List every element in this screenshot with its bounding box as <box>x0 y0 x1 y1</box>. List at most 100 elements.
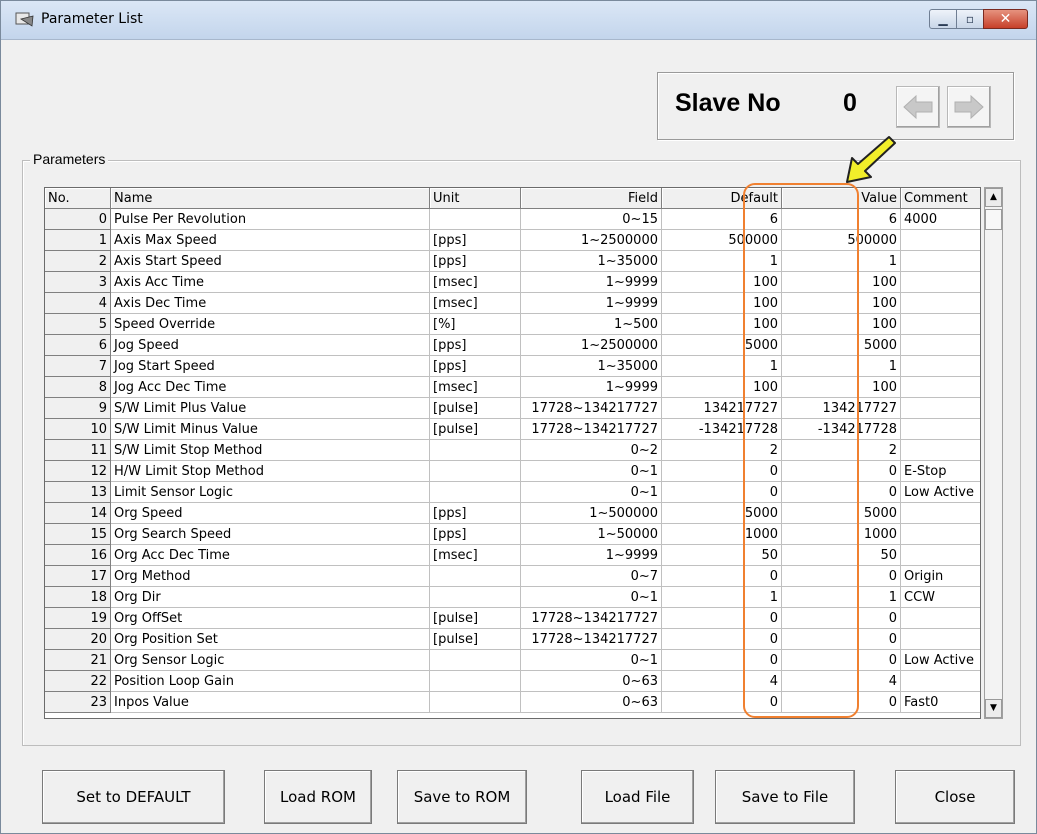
table-row[interactable]: 20 Org Position Set [pulse] 17728~134217727… <box>45 629 980 650</box>
close-window-button[interactable]: ✕ <box>983 9 1028 29</box>
left-arrow-icon <box>903 94 933 120</box>
table-row[interactable]: 5 Speed Override [%] 1~500 100 100 <box>45 314 980 335</box>
cell-unit <box>430 482 521 503</box>
maximize-icon: ▫ <box>965 12 975 26</box>
column-header-field[interactable]: Field <box>521 188 662 209</box>
table-row[interactable]: 9 S/W Limit Plus Value [pulse] 17728~134217… <box>45 398 980 419</box>
set-default-button[interactable]: Set to DEFAULT <box>42 770 225 824</box>
table-row[interactable]: 2 Axis Start Speed [pps] 1~35000 1 1 <box>45 251 980 272</box>
table-row[interactable]: 3 Axis Acc Time [msec] 1~9999 100 100 <box>45 272 980 293</box>
column-header-no[interactable]: No. <box>45 188 111 209</box>
load-file-button[interactable]: Load File <box>581 770 694 824</box>
cell-unit: [pps] <box>430 356 521 377</box>
cell-field: 0~63 <box>521 692 662 713</box>
column-header-name[interactable]: Name <box>111 188 430 209</box>
save-file-button[interactable]: Save to File <box>715 770 855 824</box>
cell-field: 0~2 <box>521 440 662 461</box>
table-row[interactable]: 19 Org OffSet [pulse] 17728~134217727 0 0 <box>45 608 980 629</box>
table-row[interactable]: 21 Org Sensor Logic 0~1 0 0 Low Active <box>45 650 980 671</box>
column-header-unit[interactable]: Unit <box>430 188 521 209</box>
scroll-down-icon[interactable]: ▼ <box>985 699 1002 718</box>
table-row[interactable]: 22 Position Loop Gain 0~63 4 4 <box>45 671 980 692</box>
table-row[interactable]: 18 Org Dir 0~1 1 1 CCW <box>45 587 980 608</box>
cell-value[interactable]: 1 <box>782 251 901 272</box>
cell-default: 5000 <box>662 335 782 356</box>
cell-name: Axis Start Speed <box>111 251 430 272</box>
cell-field: 1~35000 <box>521 251 662 272</box>
table-row[interactable]: 23 Inpos Value 0~63 0 0 Fast0 <box>45 692 980 713</box>
cell-value[interactable]: 100 <box>782 314 901 335</box>
table-row[interactable]: 11 S/W Limit Stop Method 0~2 2 2 <box>45 440 980 461</box>
scroll-up-icon[interactable]: ▲ <box>985 188 1002 207</box>
table-row[interactable]: 16 Org Acc Dec Time [msec] 1~9999 50 50 <box>45 545 980 566</box>
table-row[interactable]: 17 Org Method 0~7 0 0 Origin <box>45 566 980 587</box>
cell-field: 17728~134217727 <box>521 608 662 629</box>
close-button[interactable]: Close <box>895 770 1015 824</box>
cell-name: Position Loop Gain <box>111 671 430 692</box>
cell-name: Limit Sensor Logic <box>111 482 430 503</box>
table-row[interactable]: 12 H/W Limit Stop Method 0~1 0 0 E-Stop <box>45 461 980 482</box>
table-row[interactable]: 8 Jog Acc Dec Time [msec] 1~9999 100 100 <box>45 377 980 398</box>
cell-field: 17728~134217727 <box>521 398 662 419</box>
cell-value[interactable]: 1000 <box>782 524 901 545</box>
table-row[interactable]: 14 Org Speed [pps] 1~500000 5000 5000 <box>45 503 980 524</box>
save-rom-button[interactable]: Save to ROM <box>397 770 527 824</box>
minimize-button[interactable]: ▁ <box>929 9 957 29</box>
cell-value[interactable]: 1 <box>782 356 901 377</box>
cell-value[interactable]: 0 <box>782 650 901 671</box>
cell-unit: [msec] <box>430 272 521 293</box>
column-header-default[interactable]: Default <box>662 188 782 209</box>
cell-no: 19 <box>45 608 111 629</box>
cell-value[interactable]: 6 <box>782 209 901 230</box>
cell-value[interactable]: 5000 <box>782 335 901 356</box>
cell-field: 0~1 <box>521 482 662 503</box>
cell-no: 21 <box>45 650 111 671</box>
cell-name: Org Dir <box>111 587 430 608</box>
scroll-thumb[interactable] <box>985 209 1002 230</box>
cell-value[interactable]: 0 <box>782 608 901 629</box>
cell-value[interactable]: 100 <box>782 293 901 314</box>
cell-value[interactable]: 4 <box>782 671 901 692</box>
cell-value[interactable]: 100 <box>782 272 901 293</box>
table-row[interactable]: 6 Jog Speed [pps] 1~2500000 5000 5000 <box>45 335 980 356</box>
cell-comment <box>901 608 980 629</box>
cell-no: 6 <box>45 335 111 356</box>
cell-value[interactable]: 50 <box>782 545 901 566</box>
load-rom-button[interactable]: Load ROM <box>264 770 372 824</box>
table-row[interactable]: 13 Limit Sensor Logic 0~1 0 0 Low Active <box>45 482 980 503</box>
table-row[interactable]: 7 Jog Start Speed [pps] 1~35000 1 1 <box>45 356 980 377</box>
column-header-comment[interactable]: Comment <box>901 188 980 209</box>
table-row[interactable]: 10 S/W Limit Minus Value [pulse] 17728~1342… <box>45 419 980 440</box>
column-header-value[interactable]: Value <box>782 188 901 209</box>
table-row[interactable]: 15 Org Search Speed [pps] 1~50000 1000 1000 <box>45 524 980 545</box>
cell-no: 15 <box>45 524 111 545</box>
cell-value[interactable]: 0 <box>782 461 901 482</box>
cell-no: 9 <box>45 398 111 419</box>
maximize-button[interactable]: ▫ <box>956 9 984 29</box>
cell-field: 1~500000 <box>521 503 662 524</box>
cell-value[interactable]: 1 <box>782 587 901 608</box>
table-row[interactable]: 1 Axis Max Speed [pps] 1~2500000 500000 50000… <box>45 230 980 251</box>
cell-name: Org Speed <box>111 503 430 524</box>
cell-value[interactable]: -134217728 <box>782 419 901 440</box>
cell-comment: Fast0 <box>901 692 980 713</box>
parameter-grid[interactable]: No. Name Unit Field Default Value Commen… <box>44 187 981 719</box>
cell-default: 0 <box>662 461 782 482</box>
previous-slave-button[interactable] <box>896 86 940 128</box>
cell-value[interactable]: 5000 <box>782 503 901 524</box>
cell-value[interactable]: 500000 <box>782 230 901 251</box>
table-row[interactable]: 4 Axis Dec Time [msec] 1~9999 100 100 <box>45 293 980 314</box>
cell-field: 1~9999 <box>521 272 662 293</box>
next-slave-button[interactable] <box>947 86 991 128</box>
grid-vertical-scrollbar[interactable]: ▲ ▼ <box>984 187 1003 719</box>
cell-name: Inpos Value <box>111 692 430 713</box>
cell-value[interactable]: 2 <box>782 440 901 461</box>
cell-value[interactable]: 0 <box>782 629 901 650</box>
cell-value[interactable]: 100 <box>782 377 901 398</box>
cell-value[interactable]: 0 <box>782 482 901 503</box>
cell-value[interactable]: 0 <box>782 566 901 587</box>
table-row[interactable]: 0 Pulse Per Revolution 0~15 6 6 4000 <box>45 209 980 230</box>
cell-value[interactable]: 0 <box>782 692 901 713</box>
cell-value[interactable]: 134217727 <box>782 398 901 419</box>
cell-comment: Origin <box>901 566 980 587</box>
